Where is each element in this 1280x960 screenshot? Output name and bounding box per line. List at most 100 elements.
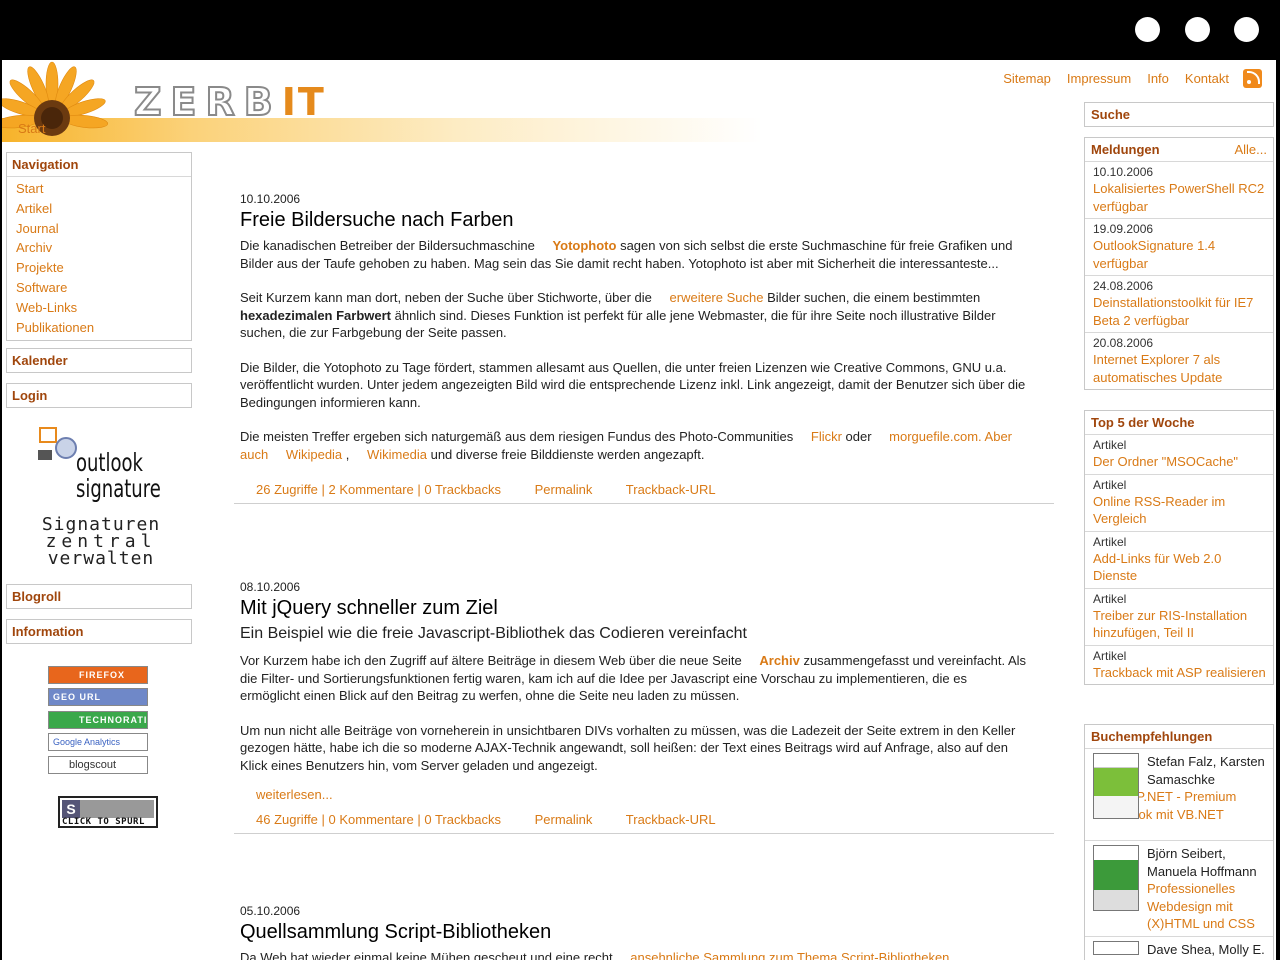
- wikimedia-link[interactable]: Wikimedia: [367, 447, 427, 462]
- sitemap-link[interactable]: Sitemap: [1003, 71, 1051, 86]
- book-cover-image[interactable]: [1093, 845, 1139, 911]
- spurl-button[interactable]: S CLICK TO SPURL: [58, 796, 158, 828]
- text-segment: Die meisten Treffer ergeben sich naturge…: [240, 429, 797, 444]
- nav-item-artikel[interactable]: Artikel: [16, 201, 52, 216]
- kontakt-link[interactable]: Kontakt: [1185, 71, 1229, 86]
- breadcrumb-start[interactable]: Start: [18, 121, 45, 136]
- post-2: 08.10.2006 Mit jQuery schneller zum Ziel…: [234, 580, 1054, 834]
- suche-box[interactable]: Suche: [1084, 102, 1274, 127]
- meldungen-all-link[interactable]: Alle...: [1234, 142, 1267, 157]
- blogroll-title: Blogroll: [12, 589, 62, 604]
- logo-suffix: IT: [281, 80, 326, 124]
- site-logo[interactable]: ZERBIT: [133, 79, 326, 125]
- trackback-url-link[interactable]: Trackback-URL: [626, 482, 716, 497]
- ad-line-5: verwalten: [47, 548, 155, 569]
- nav-item-archiv[interactable]: Archiv: [16, 240, 52, 255]
- outlook-signature-ad[interactable]: outlook signature Signaturen zentral ver…: [36, 426, 166, 574]
- book-authors: Björn Seibert, Manuela Hoffmann: [1147, 846, 1257, 879]
- top-links: Sitemap Impressum Info Kontakt: [987, 69, 1262, 88]
- rss-icon[interactable]: [1243, 69, 1262, 88]
- logo-text: ZERB: [133, 79, 282, 125]
- top5-link[interactable]: Add-Links für Web 2.0 Dienste: [1093, 550, 1266, 585]
- nav-item-software[interactable]: Software: [16, 280, 67, 295]
- meldungen-title-text: Meldungen: [1091, 142, 1160, 157]
- text-segment: Vor Kurzem habe ich den Zugriff auf älte…: [240, 653, 746, 668]
- text-segment: Bilder suchen, die einem bestimmten: [763, 290, 981, 305]
- book-cover-image[interactable]: [1093, 940, 1139, 955]
- blogscout-badge-label: blogscout: [69, 759, 117, 771]
- book-cover-image[interactable]: [1093, 753, 1139, 819]
- text-segment: Seit Kurzem kann man dort, neben der Suc…: [240, 290, 656, 305]
- login-box[interactable]: Login: [6, 383, 192, 408]
- information-title: Information: [12, 624, 84, 639]
- top5-type: Artikel: [1093, 534, 1127, 549]
- kalender-box[interactable]: Kalender: [6, 348, 192, 373]
- morguefile-link[interactable]: morguefile.com: [889, 429, 978, 444]
- impressum-link[interactable]: Impressum: [1067, 71, 1131, 86]
- news-link[interactable]: Deinstallationstoolkit für IE7 Beta 2 ve…: [1093, 294, 1266, 329]
- news-item: 10.10.2006 Lokalisiertes PowerShell RC2 …: [1085, 161, 1273, 218]
- meldungen-box: Meldungen Alle... 10.10.2006 Lokalisiert…: [1084, 137, 1274, 390]
- google-analytics-badge-label: Google Analytics: [53, 737, 121, 747]
- top5-type: Artikel: [1093, 477, 1127, 492]
- window-dot-3[interactable]: [1234, 17, 1259, 42]
- news-link[interactable]: OutlookSignature 1.4 verfügbar: [1093, 237, 1266, 272]
- news-link[interactable]: Internet Explorer 7 als automatisches Up…: [1093, 351, 1266, 386]
- script-bibliotheken-link[interactable]: ansehnliche Sammlung zum Thema Script-Bi…: [630, 950, 949, 960]
- text-segment: Da Web hat wieder einmal keine Mühen ges…: [240, 950, 617, 960]
- blogscout-badge[interactable]: blogscout: [48, 756, 148, 774]
- post-subtitle: Ein Beispiel wie die freie Javascript-Bi…: [240, 625, 747, 642]
- book-item: Stefan Falz, Karsten Samaschke Das ASP.N…: [1085, 748, 1273, 840]
- yotophoto-link[interactable]: Yotophoto: [552, 238, 616, 253]
- nav-item-projekte[interactable]: Projekte: [16, 260, 64, 275]
- post-title[interactable]: Quellsammlung Script-Bibliotheken: [240, 921, 1054, 944]
- ad-line-2: signature: [76, 474, 161, 503]
- top5-link[interactable]: Treiber zur RIS-Installation hinzufügen,…: [1093, 607, 1266, 642]
- navigation-box: Navigation Start Artikel Journal Archiv …: [6, 152, 192, 342]
- window-dot-1[interactable]: [1135, 17, 1160, 42]
- permalink-link[interactable]: Permalink: [535, 482, 593, 497]
- post-paragraph: Vor Kurzem habe ich den Zugriff auf älte…: [240, 652, 1030, 705]
- post-date: 10.10.2006: [240, 192, 301, 206]
- top5-item: Artikel Add-Links für Web 2.0 Dienste: [1085, 530, 1273, 588]
- nav-item-web-links[interactable]: Web-Links: [16, 300, 77, 315]
- weiterlesen-link[interactable]: weiterlesen...: [256, 787, 333, 802]
- firefox-badge[interactable]: FIREFOX: [48, 666, 148, 684]
- top5-item: Artikel Der Ordner "MSOCache": [1085, 434, 1273, 474]
- text-segment: oder: [841, 429, 876, 444]
- post-stats-link[interactable]: 46 Zugriffe | 0 Kommentare | 0 Trackback…: [256, 812, 501, 827]
- post-title[interactable]: Freie Bildersuche nach Farben: [240, 209, 1054, 232]
- top5-item: Artikel Treiber zur RIS-Installation hin…: [1085, 587, 1273, 645]
- post-paragraph: Da Web hat wieder einmal keine Mühen ges…: [240, 949, 1030, 960]
- erweiterte-suche-link[interactable]: erweitere Suche: [670, 290, 764, 305]
- google-analytics-badge[interactable]: Google Analytics: [48, 733, 148, 751]
- window-dot-2[interactable]: [1185, 17, 1210, 42]
- meldungen-title: Meldungen Alle...: [1085, 138, 1273, 161]
- permalink-link[interactable]: Permalink: [535, 812, 593, 827]
- technorati-badge[interactable]: TECHNORATI: [48, 711, 148, 729]
- information-box[interactable]: Information: [6, 619, 192, 644]
- ad-line-1: outlook: [76, 448, 143, 477]
- news-link[interactable]: Lokalisiertes PowerShell RC2 verfügbar: [1093, 180, 1266, 215]
- geourl-badge[interactable]: GEO URL: [48, 688, 148, 706]
- flickr-link[interactable]: Flickr: [811, 429, 842, 444]
- post-title[interactable]: Mit jQuery schneller zum Ziel: [240, 597, 1054, 620]
- blogroll-box[interactable]: Blogroll: [6, 584, 192, 609]
- post-stats-link[interactable]: 26 Zugriffe | 2 Kommentare | 0 Trackback…: [256, 482, 501, 497]
- nav-item-start[interactable]: Start: [16, 181, 43, 196]
- wikipedia-link[interactable]: Wikipedia: [286, 447, 342, 462]
- book-title-link[interactable]: Professionelles Webdesign mit (X)HTML un…: [1147, 880, 1268, 933]
- archiv-link[interactable]: Archiv: [759, 653, 799, 668]
- top5-link[interactable]: Online RSS-Reader im Vergleich: [1093, 493, 1266, 528]
- spurl-label: CLICK TO SPURL: [62, 817, 145, 827]
- top5-link[interactable]: Trackback mit ASP realisieren: [1093, 664, 1266, 682]
- top5-link[interactable]: Der Ordner "MSOCache": [1093, 453, 1266, 471]
- site-header: ZERBIT Start Sitemap Impressum Info Kont…: [2, 60, 1276, 142]
- nav-item-publikationen[interactable]: Publikationen: [16, 320, 94, 335]
- info-link[interactable]: Info: [1147, 71, 1169, 86]
- nav-item-journal[interactable]: Journal: [16, 221, 59, 236]
- post-paragraph: Seit Kurzem kann man dort, neben der Suc…: [240, 289, 1030, 342]
- news-date: 24.08.2006: [1093, 279, 1154, 293]
- post-paragraph: Um nun nicht alle Beiträge von vornehere…: [240, 722, 1016, 773]
- trackback-url-link[interactable]: Trackback-URL: [626, 812, 716, 827]
